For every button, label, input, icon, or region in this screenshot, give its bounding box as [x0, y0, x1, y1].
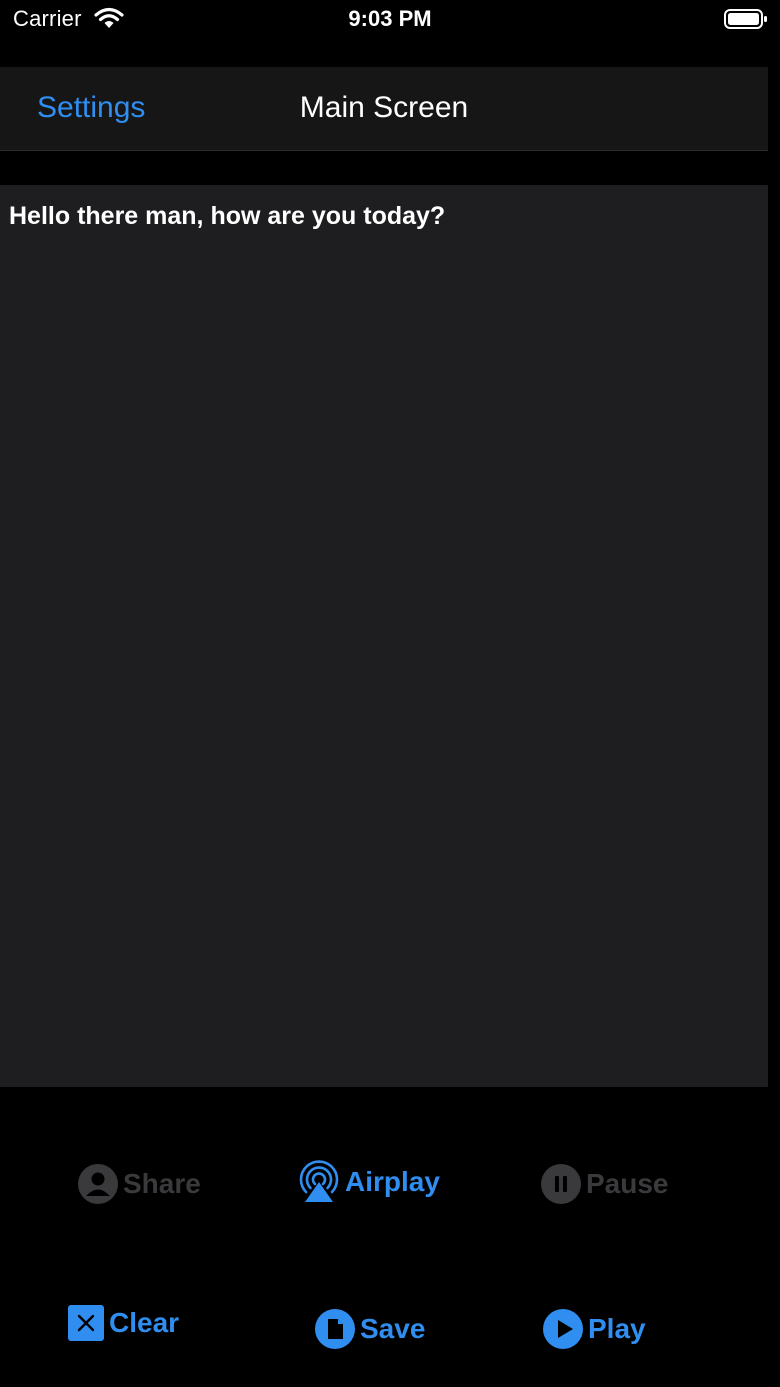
clear-button-label: Clear: [109, 1307, 180, 1338]
battery-icon: [724, 9, 767, 29]
clock: 9:03 PM: [348, 6, 432, 31]
pause-button[interactable]: Pause: [540, 1163, 669, 1205]
play-button-label: Play: [588, 1313, 646, 1344]
navigation-bar: Settings Main Screen: [0, 67, 768, 151]
pause-button-label: Pause: [586, 1168, 669, 1199]
status-bar: Carrier 9:03 PM: [0, 0, 780, 40]
share-button-label: Share: [123, 1168, 201, 1199]
airplay-icon: [299, 1160, 339, 1202]
airplay-button-label: Airplay: [345, 1166, 440, 1197]
play-button[interactable]: Play: [542, 1308, 646, 1350]
play-circle-icon: [543, 1309, 583, 1349]
document-circle-icon: [315, 1309, 355, 1349]
page-title: Main Screen: [299, 91, 469, 124]
settings-button[interactable]: Settings: [37, 91, 145, 125]
person-circle-icon: [78, 1164, 118, 1204]
text-editor[interactable]: Hello there man, how are you today?: [0, 185, 768, 1087]
airplay-button[interactable]: Airplay: [297, 1160, 440, 1204]
pause-circle-icon: [541, 1164, 581, 1204]
save-button-label: Save: [360, 1313, 426, 1344]
save-button[interactable]: Save: [314, 1308, 425, 1350]
clear-square-icon: [68, 1305, 104, 1341]
clear-button[interactable]: Clear: [67, 1304, 179, 1342]
share-button[interactable]: Share: [77, 1163, 201, 1205]
text-editor-content: Hello there man, how are you today?: [9, 202, 446, 230]
